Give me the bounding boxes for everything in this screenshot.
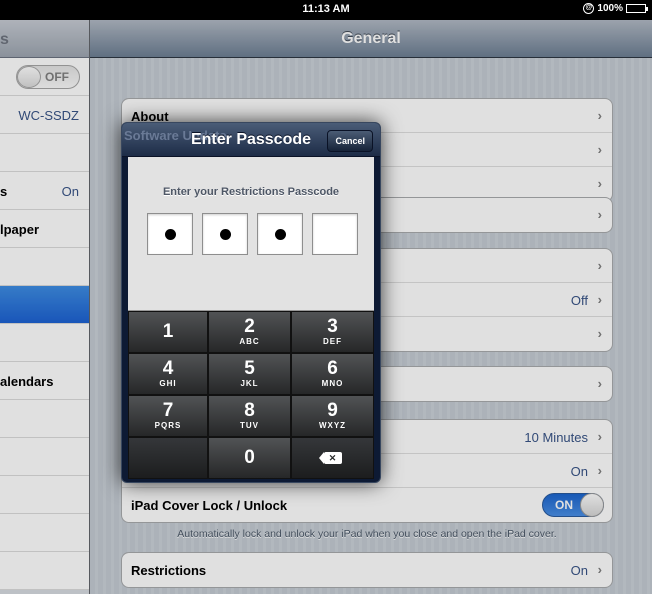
numeric-keypad: 1 2 ABC 3 DEF 4 GHI 5 JKL 6 MNO 7 PQRS 8 TUV 9W…: [128, 311, 374, 479]
passcode-digit-box: [312, 213, 358, 255]
filled-digit-dot: [220, 229, 231, 240]
passcode-entry-area: Enter your Restrictions Passcode: [128, 157, 374, 311]
battery-icon: [626, 4, 648, 13]
status-right: @ 100%: [583, 3, 648, 14]
passcode-digit-box: [257, 213, 303, 255]
key-4[interactable]: 4 GHI: [128, 353, 208, 395]
delete-key-icon: ✕: [318, 452, 342, 464]
key-6[interactable]: 6 MNO: [291, 353, 374, 395]
passcode-dialog: Software Update Enter Passcode Cancel En…: [121, 122, 381, 483]
orientation-lock-icon: @: [583, 3, 595, 14]
key-8[interactable]: 8 TUV: [208, 395, 291, 437]
passcode-digit-box: [202, 213, 248, 255]
passcode-digit-box: [147, 213, 193, 255]
cancel-button[interactable]: Cancel: [327, 130, 373, 152]
key-1[interactable]: 1: [128, 311, 208, 353]
key-5[interactable]: 5 JKL: [208, 353, 291, 395]
key-7[interactable]: 7 PQRS: [128, 395, 208, 437]
filled-digit-dot: [275, 229, 286, 240]
battery-percent: 100%: [597, 3, 623, 14]
filled-digit-dot: [165, 229, 176, 240]
passcode-prompt: Enter your Restrictions Passcode: [162, 186, 340, 198]
passcode-fields[interactable]: [147, 213, 358, 255]
delete-key[interactable]: ✕: [291, 437, 374, 479]
key-0[interactable]: 0: [208, 437, 291, 479]
status-time: 11:13 AM: [302, 3, 350, 15]
key-blank: [128, 437, 208, 479]
key-3[interactable]: 3 DEF: [291, 311, 374, 353]
status-bar: 11:13 AM @ 100%: [0, 0, 652, 20]
key-9[interactable]: 9 WXYZ: [291, 395, 374, 437]
passcode-nav-bar: Software Update Enter Passcode Cancel: [122, 123, 380, 157]
key-2[interactable]: 2 ABC: [208, 311, 291, 353]
